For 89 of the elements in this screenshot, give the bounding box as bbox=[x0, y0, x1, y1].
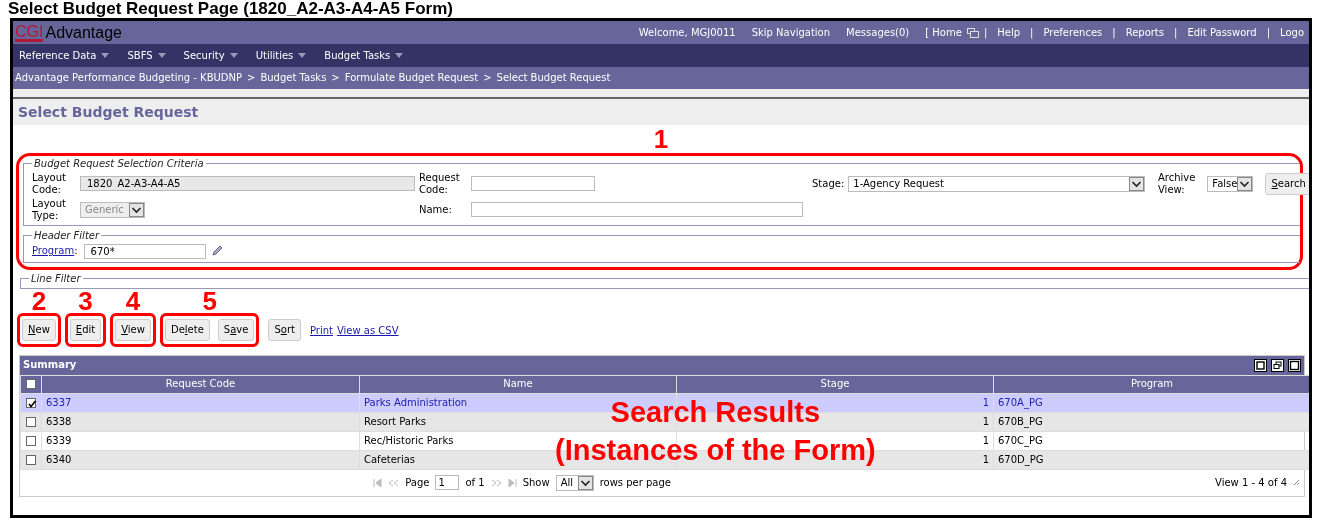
field-label: Name: bbox=[419, 203, 453, 216]
section-legend: Budget Request Selection Criteria bbox=[32, 157, 206, 170]
callout-number: 3 bbox=[78, 288, 93, 313]
column-header[interactable]: Stage bbox=[676, 375, 994, 394]
field-label: Layout Type: bbox=[32, 197, 67, 222]
action-button[interactable]: Sort bbox=[268, 318, 301, 341]
windows-icon bbox=[966, 27, 979, 38]
action-link[interactable]: Print bbox=[309, 324, 333, 337]
action-button[interactable]: New bbox=[22, 318, 56, 341]
home-link[interactable]: [ Home bbox=[925, 26, 962, 39]
section-legend: Line Filter bbox=[29, 272, 83, 285]
pager-label: Page bbox=[405, 476, 430, 489]
resize-grip-icon bbox=[1293, 479, 1300, 487]
callout-number: 1 bbox=[652, 126, 670, 151]
action-button[interactable]: Delete bbox=[164, 318, 210, 341]
menu-item[interactable]: Utilities bbox=[255, 49, 307, 62]
separator: | bbox=[1030, 26, 1034, 39]
maximize-icon[interactable] bbox=[1288, 358, 1301, 372]
page-title: Select Budget Request bbox=[18, 104, 200, 121]
program-field[interactable]: 670* bbox=[83, 243, 206, 259]
field-label: : bbox=[74, 245, 78, 258]
pager-label: Show bbox=[522, 476, 550, 489]
caret-icon bbox=[395, 53, 404, 58]
callout-number: 4 bbox=[125, 288, 141, 313]
separator: | bbox=[1174, 26, 1178, 39]
breadcrumb-item[interactable]: Advantage Performance Budgeting - KBUDNP bbox=[15, 72, 243, 84]
callout-number: 2 bbox=[31, 288, 47, 313]
rows-per-page-select[interactable]: All bbox=[555, 474, 594, 491]
pager-label: rows per page bbox=[599, 476, 671, 489]
header-link[interactable]: Preferences bbox=[1043, 26, 1103, 39]
menu-item[interactable]: SBFS bbox=[127, 49, 166, 62]
minimize-icon[interactable] bbox=[1254, 358, 1267, 372]
menu-item[interactable]: Reference Data bbox=[19, 49, 110, 62]
action-button[interactable]: Save bbox=[217, 318, 255, 341]
caret-icon bbox=[298, 53, 307, 58]
header-link[interactable]: Messages(0) bbox=[846, 26, 910, 39]
logo: CGIAdvantage bbox=[14, 23, 122, 42]
caret-icon bbox=[157, 53, 166, 58]
section-legend: Header Filter bbox=[32, 229, 102, 242]
field-label: Layout Code: bbox=[32, 171, 67, 196]
caret-icon bbox=[101, 53, 110, 58]
name-field[interactable] bbox=[471, 202, 803, 218]
stage-select[interactable]: 1-Agency Request bbox=[848, 175, 1146, 192]
grid-title: Summary bbox=[23, 359, 77, 372]
header-link[interactable]: Skip Navigation bbox=[751, 26, 831, 39]
document-title: Select Budget Request Page (1820_A2-A3-A4-A5 Form) bbox=[7, 0, 454, 18]
breadcrumb-separator: > bbox=[247, 72, 256, 84]
breadcrumb-item[interactable]: Budget Tasks bbox=[260, 72, 327, 84]
pencil-icon[interactable] bbox=[210, 245, 223, 258]
separator: | bbox=[1112, 26, 1116, 39]
breadcrumb-separator: > bbox=[483, 72, 492, 84]
select-all-checkbox[interactable] bbox=[26, 379, 36, 390]
column-header[interactable]: Request Code bbox=[41, 375, 360, 394]
header-link[interactable]: Edit Password bbox=[1187, 26, 1257, 39]
caret-icon bbox=[229, 53, 238, 58]
callout-number: 5 bbox=[202, 288, 217, 313]
menu-item[interactable]: Budget Tasks bbox=[324, 49, 404, 62]
pager-label: of 1 bbox=[465, 476, 485, 489]
request-code-field[interactable] bbox=[471, 176, 595, 192]
action-button[interactable]: View bbox=[115, 318, 151, 341]
row-checkbox[interactable] bbox=[26, 397, 36, 408]
header-link[interactable]: Help bbox=[997, 26, 1021, 39]
restore-icon[interactable] bbox=[1271, 358, 1284, 372]
column-header[interactable]: Program bbox=[993, 375, 1309, 394]
layout-code-field: 1820_A2-A3-A4-A5 bbox=[80, 176, 415, 192]
breadcrumb-item[interactable]: Formulate Budget Request bbox=[344, 72, 479, 84]
action-link[interactable]: View as CSV bbox=[336, 324, 399, 337]
row-checkbox[interactable] bbox=[26, 454, 36, 465]
table-cell: 6339 bbox=[41, 431, 360, 451]
row-checkbox[interactable] bbox=[26, 435, 36, 446]
field-label: Stage: bbox=[812, 177, 845, 190]
field-label: Request Code: bbox=[419, 171, 461, 196]
record-count: View 1 - 4 of 4 bbox=[1215, 476, 1287, 489]
layout-type-select: Generic bbox=[80, 201, 145, 218]
header-link[interactable]: Welcome, MGJ0011 bbox=[638, 26, 736, 39]
page-field[interactable]: 1 bbox=[435, 475, 460, 491]
header-link[interactable]: Reports bbox=[1125, 26, 1164, 39]
row-checkbox[interactable] bbox=[26, 416, 36, 427]
breadcrumb-item: Select Budget Request bbox=[496, 72, 611, 84]
field-label: Archive View: bbox=[1158, 171, 1197, 196]
separator: | bbox=[983, 26, 988, 39]
separator: | bbox=[1266, 26, 1270, 39]
archive-view-select[interactable]: False bbox=[1207, 175, 1254, 192]
action-button[interactable]: Edit bbox=[69, 318, 102, 341]
column-header[interactable]: Name bbox=[359, 375, 677, 394]
header-link[interactable]: Logo bbox=[1280, 26, 1304, 39]
search-button[interactable]: Search bbox=[1265, 172, 1309, 195]
breadcrumb-separator: > bbox=[331, 72, 340, 84]
menu-item[interactable]: Security bbox=[183, 49, 238, 62]
